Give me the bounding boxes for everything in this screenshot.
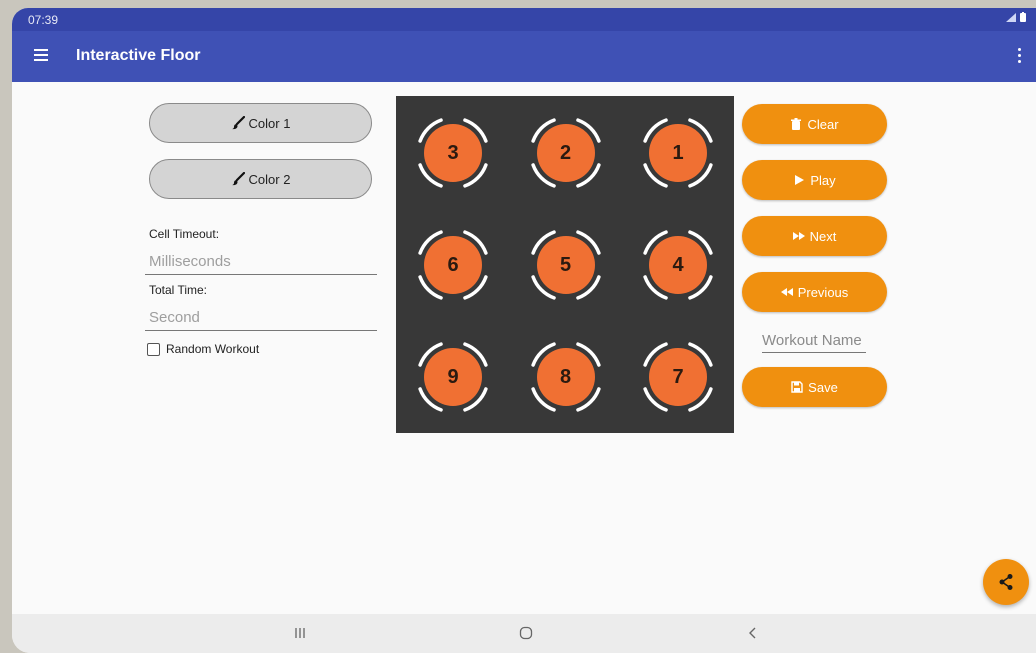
play-label: Play (810, 172, 836, 188)
home-icon[interactable] (519, 626, 533, 640)
next-button[interactable]: Next (742, 216, 887, 256)
floor-cell[interactable]: 4 (622, 209, 734, 321)
total-time-input[interactable] (145, 305, 377, 331)
color1-label: Color 1 (248, 115, 291, 131)
checkbox-box[interactable] (147, 342, 160, 356)
recents-icon[interactable] (293, 626, 307, 640)
battery-icon (1020, 12, 1026, 22)
clear-button[interactable]: Clear (742, 104, 887, 144)
cell-timeout-label: Cell Timeout: (149, 227, 220, 241)
rewind-icon (780, 288, 793, 296)
tile-number: 7 (672, 365, 684, 388)
back-icon[interactable] (746, 626, 760, 640)
app-title: Interactive Floor (76, 47, 201, 64)
floor-cell[interactable]: 1 (622, 97, 734, 209)
brush-icon (231, 116, 245, 130)
floor-cell[interactable]: 9 (397, 321, 509, 433)
floor-cell[interactable]: 8 (510, 321, 622, 433)
floor-cell[interactable]: 3 (397, 97, 509, 209)
floor-cell[interactable]: 5 (510, 209, 622, 321)
save-icon (791, 381, 803, 393)
menu-icon[interactable] (34, 49, 48, 61)
floor-cell[interactable]: 7 (622, 321, 734, 433)
device-screen: 07:39 Interactive Floor Color 1 Color 2 … (12, 8, 1036, 653)
tile-number: 6 (447, 253, 459, 276)
brush-icon (231, 172, 245, 186)
cell-timeout-input[interactable] (145, 249, 377, 275)
floor-grid: 3 2 1 6 5 4 9 8 7 (396, 96, 734, 433)
random-workout-checkbox[interactable]: Random Workout (147, 342, 259, 356)
workout-name-input[interactable] (762, 329, 866, 353)
total-time-label: Total Time: (149, 283, 208, 297)
tile-number: 8 (559, 365, 572, 388)
tile-number: 5 (559, 253, 572, 276)
tile-number: 2 (559, 141, 572, 164)
save-label: Save (808, 379, 838, 395)
save-button[interactable]: Save (742, 367, 887, 407)
share-button[interactable] (983, 559, 1029, 605)
play-button[interactable]: Play (742, 160, 887, 200)
color2-label: Color 2 (248, 171, 291, 187)
random-workout-label: Random Workout (166, 342, 260, 356)
status-icons (1006, 12, 1026, 25)
more-vert-icon[interactable] (1016, 48, 1022, 64)
trash-icon (791, 118, 802, 130)
clear-label: Clear (807, 116, 839, 132)
system-nav-bar (12, 614, 1036, 653)
next-label: Next (809, 228, 837, 244)
floor-cell[interactable]: 6 (397, 209, 509, 321)
tile-number: 9 (447, 365, 459, 388)
tile-number: 3 (447, 141, 459, 164)
previous-button[interactable]: Previous (742, 272, 887, 312)
color1-button[interactable]: Color 1 (149, 103, 372, 143)
fast-forward-icon (792, 232, 805, 240)
signal-icon (1006, 13, 1017, 22)
floor-cell[interactable]: 2 (510, 97, 622, 209)
status-time: 07:39 (28, 13, 59, 27)
previous-label: Previous (797, 284, 849, 300)
share-icon (999, 574, 1013, 590)
color2-button[interactable]: Color 2 (149, 159, 372, 199)
play-icon (795, 175, 805, 185)
tile-number: 1 (672, 141, 684, 164)
tile-number: 4 (672, 253, 684, 276)
app-bar: Interactive Floor (12, 31, 1036, 82)
status-bar: 07:39 (12, 8, 1036, 31)
